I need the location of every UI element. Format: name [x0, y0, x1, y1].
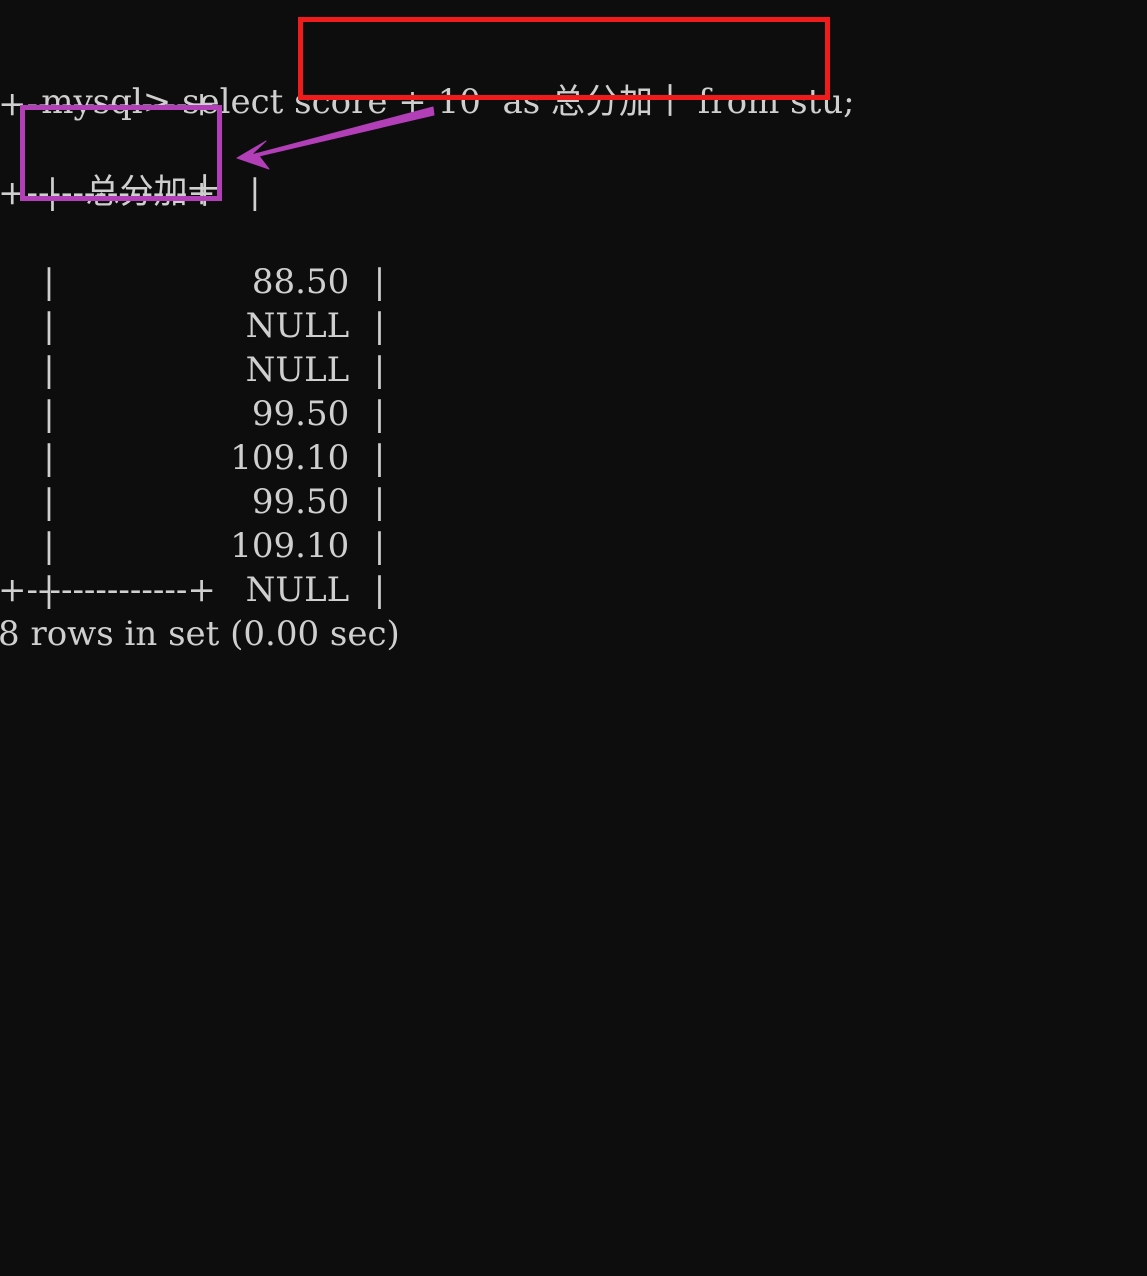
table-separator-header: +--------------+ — [0, 173, 216, 213]
header-right-border: | — [249, 172, 261, 212]
status-line: 8 rows in set (0.00 sec) — [0, 614, 400, 654]
row-right-border: | — [373, 570, 386, 610]
table-separator-bottom: +--------------+ — [0, 570, 216, 610]
table-separator-top: +--------------+ — [0, 84, 216, 124]
mysql-terminal: mysql> select score + 10 as 总分加十 from st… — [0, 0, 1147, 682]
